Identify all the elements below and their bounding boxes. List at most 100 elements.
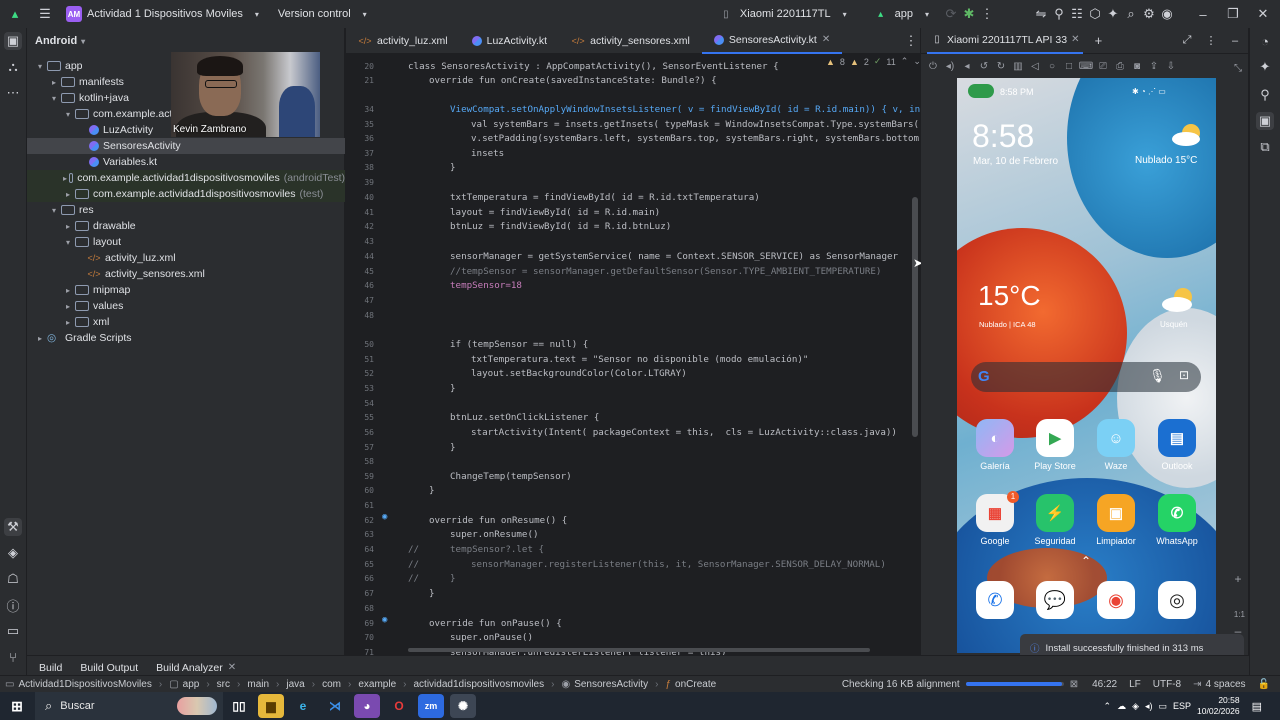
- code-line[interactable]: ViewCompat.setOnApplyWindowInsetsListene…: [450, 104, 920, 115]
- search-icon[interactable]: ⌕: [1122, 5, 1140, 23]
- vscode-icon[interactable]: ⋊: [322, 694, 348, 718]
- project-view-selector[interactable]: Android ▾: [27, 28, 344, 54]
- code-line[interactable]: insets: [471, 148, 504, 159]
- keyboard-icon[interactable]: ⌨: [1078, 57, 1094, 75]
- close-icon[interactable]: ✕: [1254, 5, 1272, 23]
- record-icon[interactable]: ◙: [1129, 57, 1145, 75]
- zoom-in-icon[interactable]: +: [1229, 570, 1247, 588]
- code-line[interactable]: txtTemperatura.text = "Sensor no disponi…: [471, 354, 808, 365]
- app-quality-icon[interactable]: ◈: [4, 544, 22, 562]
- tab-sensores-activity[interactable]: SensoresActivity.kt ✕: [701, 28, 843, 54]
- back-icon[interactable]: ◁: [1027, 57, 1043, 75]
- battery-icon[interactable]: ▭: [1159, 701, 1168, 712]
- android-studio-icon[interactable]: ✺: [450, 694, 476, 718]
- breadcrumb-item[interactable]: main: [244, 679, 272, 690]
- chevron-down-icon[interactable]: ▾: [63, 110, 73, 119]
- edge-icon[interactable]: e: [290, 694, 316, 718]
- override-gutter-icon[interactable]: ◉: [382, 512, 387, 522]
- caret-position[interactable]: 46:22: [1092, 679, 1117, 690]
- chevron-down-icon[interactable]: ▾: [35, 62, 45, 71]
- version-control-icon[interactable]: ⑂: [4, 648, 22, 666]
- code-line[interactable]: ChangeTemp(tempSensor): [450, 471, 572, 482]
- tab-activity-luz[interactable]: </> activity_luz.xml: [346, 28, 460, 54]
- code-line[interactable]: override fun onResume() {: [429, 515, 567, 526]
- gear-icon[interactable]: ⚙: [1140, 5, 1158, 23]
- app-icon[interactable]: ▶ Play Store: [1025, 419, 1085, 471]
- code-line[interactable]: }: [429, 588, 435, 599]
- add-device-icon[interactable]: +: [1089, 32, 1107, 50]
- code-line[interactable]: sensorManager = getSystemService( name =…: [450, 251, 898, 262]
- more-tools-icon[interactable]: ⋯: [4, 84, 22, 102]
- resource-manager-icon[interactable]: ⛬: [4, 58, 22, 76]
- chevron-right-icon[interactable]: ▸: [63, 222, 73, 231]
- vcs-selector[interactable]: Version control ▾: [272, 0, 380, 28]
- chevron-right-icon[interactable]: ▸: [49, 78, 59, 87]
- google-search-bar[interactable]: G 🎙 ⊡: [971, 362, 1201, 392]
- more-icon[interactable]: ⋮: [902, 32, 920, 50]
- tray-chevron-icon[interactable]: ⌃: [1104, 701, 1112, 712]
- network-icon[interactable]: ◈: [1132, 701, 1139, 712]
- tree-item[interactable]: Variables.kt: [27, 154, 345, 170]
- sync-icon[interactable]: ⇋: [1032, 5, 1050, 23]
- project-tool-icon[interactable]: ▣: [4, 32, 22, 50]
- breadcrumb-item[interactable]: com: [319, 679, 344, 690]
- breadcrumb-item[interactable]: ◉ SensoresActivity: [558, 679, 651, 690]
- code-line[interactable]: val systemBars = insets.getInsets( typeM…: [471, 119, 920, 130]
- rotate-left-icon[interactable]: ↺: [976, 57, 992, 75]
- code-line[interactable]: layout = findViewById( id = R.id.main): [450, 207, 660, 218]
- debug-icon[interactable]: ✱: [960, 5, 978, 23]
- maximize-icon[interactable]: ❐: [1224, 5, 1242, 23]
- chevron-right-icon[interactable]: ▸: [63, 174, 67, 183]
- notifications-icon[interactable]: ◔: [1256, 32, 1274, 50]
- breadcrumb-item[interactable]: ƒ onCreate: [662, 679, 719, 690]
- breadcrumb-item[interactable]: ▭ Actividad1DispositivosMoviles: [2, 679, 155, 690]
- discord-icon[interactable]: ◕: [354, 694, 380, 718]
- tree-item[interactable]: ▸ com.example.actividad1dispositivosmovil…: [27, 186, 345, 202]
- code-line[interactable]: }: [429, 485, 435, 496]
- app-icon[interactable]: ⚡ Seguridad: [1025, 494, 1085, 546]
- chevron-down-icon[interactable]: ▾: [49, 94, 59, 103]
- code-line[interactable]: override fun onCreate(savedInstanceState…: [429, 75, 717, 86]
- home-icon[interactable]: ○: [1044, 57, 1060, 75]
- file-explorer-icon[interactable]: ▆: [258, 694, 284, 718]
- fold-icon[interactable]: ▥: [1010, 57, 1026, 75]
- app-icon[interactable]: ☺ Waze: [1086, 419, 1146, 471]
- zoom-icon[interactable]: zm: [418, 694, 444, 718]
- phone-app-icon[interactable]: ✆: [976, 581, 1014, 619]
- mirror-icon[interactable]: ⎚: [1095, 57, 1111, 75]
- tree-item[interactable]: ▾ layout: [27, 234, 345, 250]
- language-indicator[interactable]: ESP: [1173, 701, 1191, 711]
- problems-icon[interactable]: ⓘ: [4, 596, 22, 614]
- notification-center-icon[interactable]: ▤: [1252, 700, 1262, 713]
- running-devices-icon[interactable]: ▣: [1256, 112, 1274, 130]
- lock-icon[interactable]: 🔓: [1258, 679, 1270, 690]
- account-icon[interactable]: ◉: [1158, 5, 1176, 23]
- tree-item[interactable]: ▸ values: [27, 298, 345, 314]
- screenshot-icon[interactable]: ⎙: [1112, 57, 1128, 75]
- code-line[interactable]: class SensoresActivity : AppCompatActivi…: [408, 61, 779, 72]
- upload-icon[interactable]: ⇪: [1146, 57, 1162, 75]
- code-line[interactable]: }: [450, 162, 456, 173]
- device-tab[interactable]: ▯ Xiaomi 2201117TL API 33 ✕: [927, 28, 1084, 54]
- code-line[interactable]: v.setPadding(systemBars.left, systemBars…: [471, 133, 920, 144]
- minimize-panel-icon[interactable]: –: [1226, 32, 1244, 50]
- rotate-right-icon[interactable]: ↻: [993, 57, 1009, 75]
- code-line[interactable]: override fun onPause() {: [429, 618, 562, 629]
- opera-icon[interactable]: O: [386, 694, 412, 718]
- editor-horizontal-scrollbar[interactable]: [408, 648, 870, 652]
- more-icon[interactable]: ⋮: [978, 5, 996, 23]
- override-gutter-icon[interactable]: ◉: [382, 615, 387, 625]
- chevron-up-icon[interactable]: ⌃: [901, 56, 909, 67]
- tree-item[interactable]: </> activity_sensores.xml: [27, 266, 345, 282]
- app-icon[interactable]: ▣ Limpiador: [1086, 494, 1146, 546]
- gradle-icon[interactable]: ⚲: [1256, 86, 1274, 104]
- app-icon[interactable]: ◐ Galería: [965, 419, 1025, 471]
- chevron-right-icon[interactable]: ▸: [63, 190, 73, 199]
- main-menu-button[interactable]: ☰: [30, 0, 60, 28]
- code-line[interactable]: layout.setBackgroundColor(Color.LTGRAY): [471, 368, 687, 379]
- run-config-selector[interactable]: ▴ app ▾: [866, 0, 942, 28]
- tree-item[interactable]: SensoresActivity: [27, 138, 345, 154]
- code-editor[interactable]: 20 class SensoresActivity : AppCompatActi…: [346, 54, 920, 655]
- volume-down-icon[interactable]: ◂: [959, 57, 975, 75]
- background-task-label[interactable]: Checking 16 KB alignment: [842, 679, 960, 690]
